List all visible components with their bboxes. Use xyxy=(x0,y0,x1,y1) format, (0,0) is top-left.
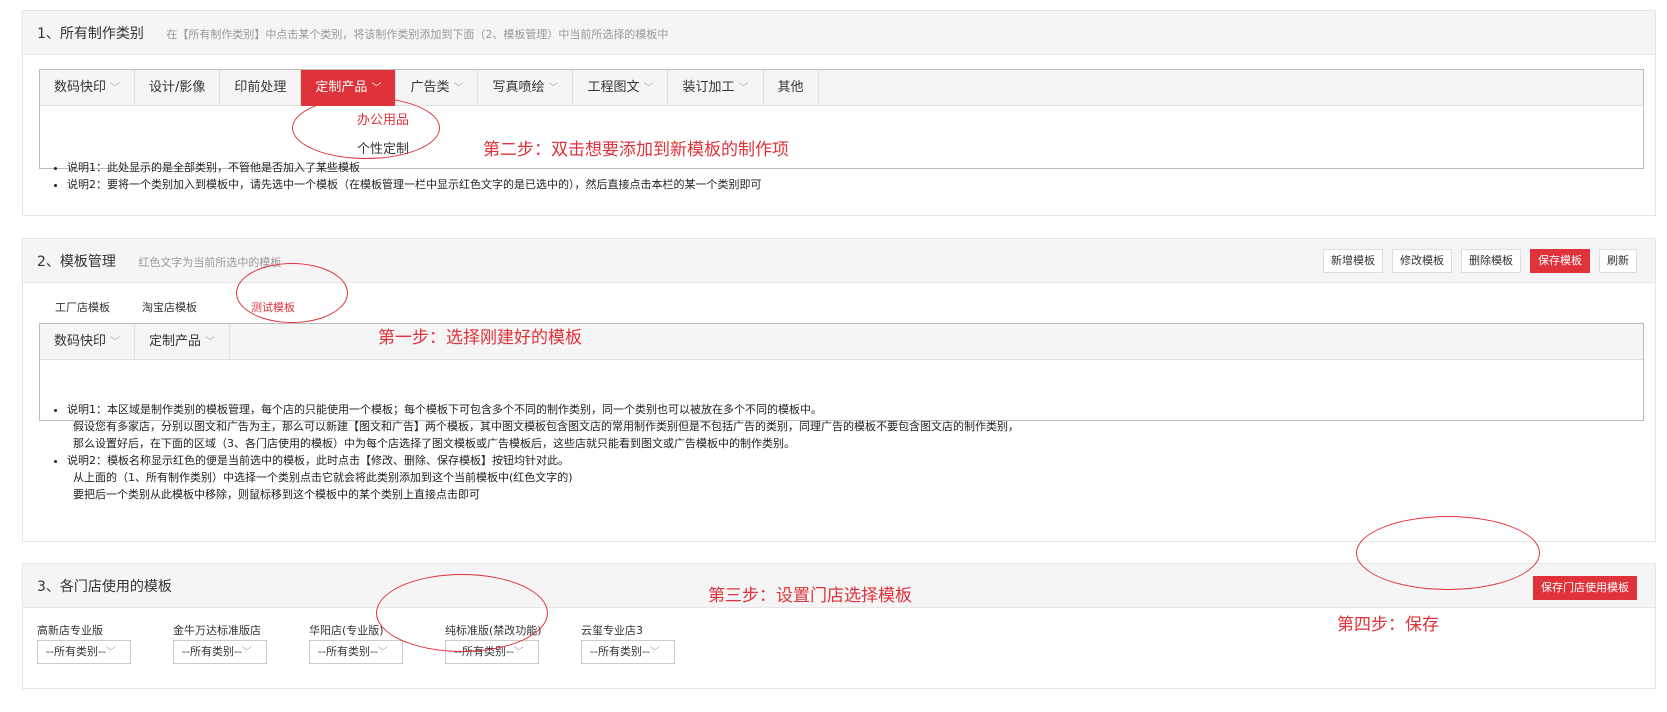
store-template-select[interactable]: --所有类别--﹀ xyxy=(581,640,675,664)
category-tab-other[interactable]: 其他 xyxy=(764,70,819,106)
annotation-step2: 第二步：双击想要添加到新模板的制作项 xyxy=(483,140,789,160)
chevron-down-icon: ﹀ xyxy=(105,647,116,658)
chevron-down-icon: ﹀ xyxy=(110,337,121,348)
refresh-button[interactable]: 刷新 xyxy=(1599,249,1637,273)
annotation-step4: 第四步：保存 xyxy=(1337,615,1439,635)
chevron-down-icon: ﹀ xyxy=(110,83,121,94)
dropdown-item-office[interactable]: 办公用品 xyxy=(330,106,436,135)
edit-template-button[interactable]: 修改模板 xyxy=(1392,249,1452,273)
category-tab-photo-inkjet[interactable]: 写真喷绘 ﹀ xyxy=(478,70,574,106)
template-tab-test[interactable]: 测试模板 xyxy=(213,293,311,321)
template-category-custom-products[interactable]: 定制产品 ﹀ xyxy=(135,324,231,360)
template-tabs: 工厂店模板 淘宝店模板 测试模板 xyxy=(39,293,311,321)
section1-title: 1、所有制作类别 在【所有制作类别】中点击某个类别，将该制作类别添加到下面（2、… xyxy=(37,26,669,42)
category-tab-custom-products[interactable]: 定制产品 ﹀ xyxy=(301,70,397,106)
category-tab-advertising[interactable]: 广告类 ﹀ xyxy=(396,70,479,106)
store-name: 纯标准版(禁改功能) xyxy=(445,624,542,637)
chevron-down-icon: ﹀ xyxy=(241,647,252,658)
section2-header: 2、模板管理 红色文字为当前所选中的模板 新增模板 修改模板 删除模板 保存模板… xyxy=(23,239,1655,283)
delete-template-button[interactable]: 删除模板 xyxy=(1461,249,1521,273)
save-store-template-button[interactable]: 保存门店使用模板 xyxy=(1533,576,1637,600)
store-item: 金牛万达标准版店 --所有类别--﹀ xyxy=(173,622,309,664)
chevron-down-icon: ﹀ xyxy=(453,83,464,94)
chevron-down-icon: ﹀ xyxy=(738,83,749,94)
template-toolbar: 新增模板 修改模板 删除模板 保存模板 刷新 xyxy=(1323,249,1637,273)
store-item: 高新店专业版 --所有类别--﹀ xyxy=(37,622,173,664)
section2-note-1: 说明1：本区域是制作类别的模板管理，每个店的只能使用一个模板；每个模板下可包含多… xyxy=(67,401,1019,452)
store-template-select[interactable]: --所有类别--﹀ xyxy=(37,640,131,664)
chevron-down-icon: ﹀ xyxy=(548,83,559,94)
custom-products-dropdown: 办公用品 个性定制 xyxy=(330,106,436,164)
annotation-step1: 第一步：选择刚建好的模板 xyxy=(378,328,582,348)
section1-note-1: 说明1：此处显示的是全部类别，不管他是否加入了某些模板 xyxy=(67,159,762,176)
section2-title: 2、模板管理 红色文字为当前所选中的模板 xyxy=(37,254,282,270)
store-item: 华阳店(专业版) --所有类别--﹀ xyxy=(309,622,445,664)
section1-note-2: 说明2：要将一个类别加入到模板中，请先选中一个模板（在模板管理一栏中显示红色文字… xyxy=(67,176,762,193)
store-item: 纯标准版(禁改功能) --所有类别--﹀ xyxy=(445,622,581,664)
chevron-down-icon: ﹀ xyxy=(377,647,388,658)
category-tab-design-image[interactable]: 设计/影像 xyxy=(135,70,221,106)
add-template-button[interactable]: 新增模板 xyxy=(1323,249,1383,273)
store-template-select[interactable]: --所有类别--﹀ xyxy=(173,640,267,664)
category-box: 数码快印 ﹀ 设计/影像 印前处理 定制产品 ﹀ 广告类 ﹀ 写真喷绘 ﹀ 工程图文 ﹀ … xyxy=(39,69,1644,169)
category-tab-engineering[interactable]: 工程图文 ﹀ xyxy=(573,70,669,106)
store-name: 云玺专业店3 xyxy=(581,624,643,637)
category-tabs: 数码快印 ﹀ 设计/影像 印前处理 定制产品 ﹀ 广告类 ﹀ 写真喷绘 ﹀ 工程图文 ﹀ … xyxy=(40,70,1643,106)
chevron-down-icon: ﹀ xyxy=(205,337,216,348)
store-template-select[interactable]: --所有类别--﹀ xyxy=(445,640,539,664)
chevron-down-icon: ﹀ xyxy=(649,647,660,658)
chevron-down-icon: ﹀ xyxy=(513,647,524,658)
section-template-management: 2、模板管理 红色文字为当前所选中的模板 新增模板 修改模板 删除模板 保存模板… xyxy=(22,238,1656,542)
category-tab-digital-print[interactable]: 数码快印 ﹀ xyxy=(40,70,136,106)
chevron-down-icon: ﹀ xyxy=(643,83,654,94)
template-category-digital-print[interactable]: 数码快印 ﹀ xyxy=(40,324,136,360)
section-all-categories: 1、所有制作类别 在【所有制作类别】中点击某个类别，将该制作类别添加到下面（2、… xyxy=(22,10,1656,216)
section1-notes: 说明1：此处显示的是全部类别，不管他是否加入了某些模板 说明2：要将一个类别加入… xyxy=(53,159,762,193)
annotation-step3: 第三步：设置门店选择模板 xyxy=(708,586,912,606)
section2-note-2: 说明2：模板名称显示红色的便是当前选中的模板，此时点击【修改、删除、保存模板】按… xyxy=(67,452,1019,503)
section1-header: 1、所有制作类别 在【所有制作类别】中点击某个类别，将该制作类别添加到下面（2、… xyxy=(23,11,1655,55)
store-name: 高新店专业版 xyxy=(37,624,103,637)
section1-hint: 在【所有制作类别】中点击某个类别，将该制作类别添加到下面（2、模板管理）中当前所… xyxy=(166,28,669,41)
section2-hint: 红色文字为当前所选中的模板 xyxy=(138,256,282,269)
template-tab-taobao[interactable]: 淘宝店模板 xyxy=(126,293,213,321)
store-template-select[interactable]: --所有类别--﹀ xyxy=(309,640,403,664)
store-name: 华阳店(专业版) xyxy=(309,624,384,637)
chevron-down-icon: ﹀ xyxy=(371,83,382,94)
category-tab-prepress[interactable]: 印前处理 xyxy=(220,70,302,106)
section3-title: 3、各门店使用的模板 xyxy=(37,579,172,595)
store-list: 高新店专业版 --所有类别--﹀ 金牛万达标准版店 --所有类别--﹀ 华阳店(… xyxy=(37,622,717,664)
template-tab-factory[interactable]: 工厂店模板 xyxy=(39,293,126,321)
store-name: 金牛万达标准版店 xyxy=(173,624,261,637)
save-template-button[interactable]: 保存模板 xyxy=(1530,249,1590,273)
store-item: 云玺专业店3 --所有类别--﹀ xyxy=(581,622,717,664)
section2-notes: 说明1：本区域是制作类别的模板管理，每个店的只能使用一个模板；每个模板下可包含多… xyxy=(53,401,1019,503)
category-tab-binding[interactable]: 装订加工 ﹀ xyxy=(668,70,764,106)
template-category-tabs: 数码快印 ﹀ 定制产品 ﹀ xyxy=(40,324,1643,360)
